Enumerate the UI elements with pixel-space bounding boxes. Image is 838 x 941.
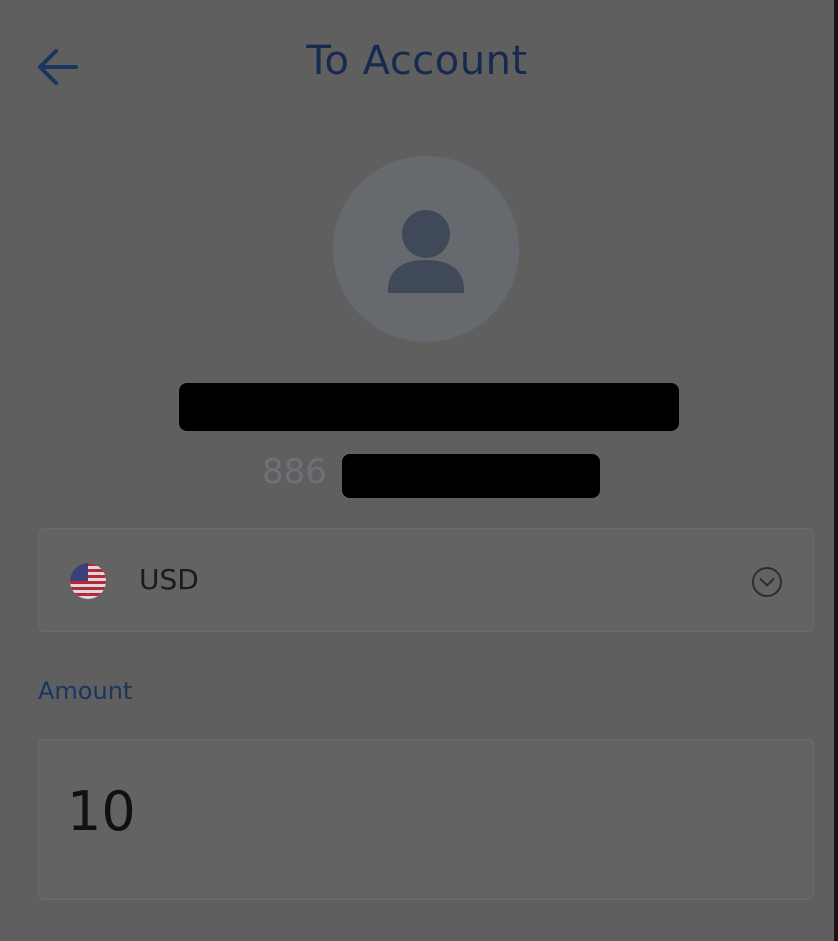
avatar bbox=[333, 156, 519, 342]
account-number-prefix: 886 bbox=[262, 452, 327, 492]
amount-field[interactable] bbox=[38, 739, 814, 900]
chevron-down-circle-icon[interactable] bbox=[751, 566, 783, 598]
transfer-screen: To Account 886 USD Amount 10 bbox=[0, 0, 838, 941]
amount-label: Amount bbox=[38, 677, 133, 705]
redaction-bar bbox=[342, 454, 600, 498]
us-flag-icon bbox=[70, 563, 106, 599]
redaction-bar bbox=[179, 383, 679, 431]
currency-selector[interactable]: USD bbox=[38, 528, 814, 632]
user-icon bbox=[388, 210, 464, 293]
amount-input[interactable] bbox=[67, 780, 767, 843]
currency-code: USD bbox=[139, 563, 199, 596]
page-title: To Account bbox=[306, 38, 528, 84]
